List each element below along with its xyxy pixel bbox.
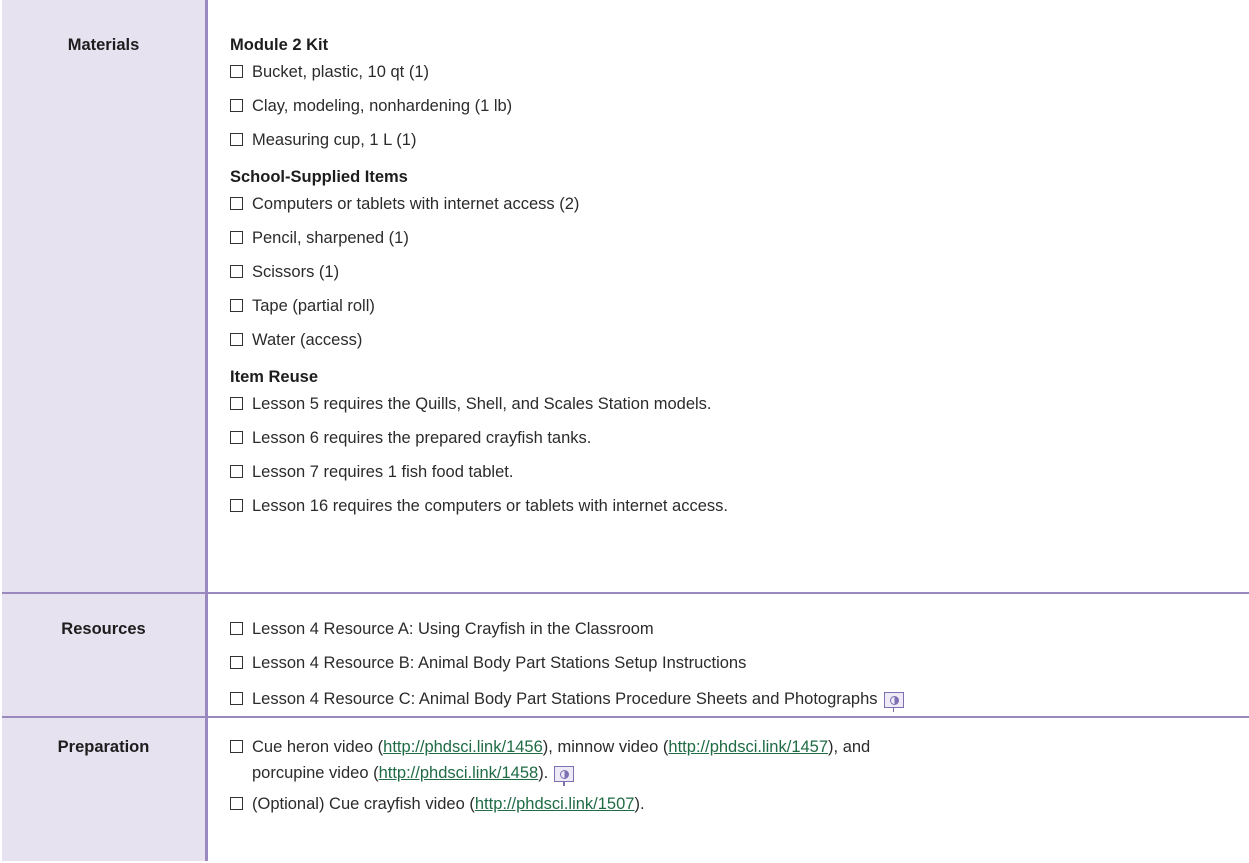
checkbox-icon [230,622,243,635]
group-heading: School-Supplied Items [230,168,408,186]
checkbox-icon [230,133,243,146]
minnow-video-link[interactable]: http://phdsci.link/1457 [668,738,828,756]
checklist-item: Scissors (1) [230,263,339,282]
checklist-item: (Optional) Cue crayfish video (http://ph… [230,795,645,814]
checkbox-icon [230,231,243,244]
checklist-item: Pencil, sharpened (1) [230,229,409,248]
checklist-item: Bucket, plastic, 10 qt (1) [230,63,429,82]
preparation-label-cell: Preparation [2,718,208,861]
checklist-item: Water (access) [230,331,362,350]
preparation-row: Preparation Cue heron video (http://phds… [2,718,1249,861]
checkbox-icon [230,656,243,669]
group-heading: Item Reuse [230,368,319,386]
checkbox-icon [230,65,243,78]
checkbox-icon [230,99,243,112]
presentation-slide-icon[interactable] [554,766,575,786]
resources-label: Resources [61,620,146,638]
materials-row: Materials Module 2 Kit Bucket, plastic, … [2,0,1249,594]
checklist-item: Measuring cup, 1 L (1) [230,131,416,150]
checklist-item: Lesson 5 requires the Quills, Shell, and… [230,395,712,414]
checklist-item-continuation: porcupine video (http://phdsci.link/1458… [252,762,575,786]
checkbox-icon [230,397,243,410]
checkbox-icon [230,333,243,346]
checklist-item: Lesson 4 Resource B: Animal Body Part St… [230,654,746,673]
materials-label-cell: Materials [2,0,208,592]
checklist-item: Computers or tablets with internet acces… [230,195,579,214]
presentation-slide-icon[interactable] [883,692,904,712]
checkbox-icon [230,797,243,810]
crayfish-video-link[interactable]: http://phdsci.link/1507 [475,795,635,813]
checklist-item: Lesson 6 requires the prepared crayfish … [230,429,591,448]
checkbox-icon [230,740,243,753]
checkbox-icon [230,197,243,210]
checkbox-icon [230,465,243,478]
resources-row: Resources Lesson 4 Resource A: Using Cra… [2,594,1249,718]
materials-label: Materials [67,36,140,54]
checklist-item: Lesson 4 Resource C: Animal Body Part St… [230,688,904,712]
group-heading: Module 2 Kit [230,36,329,54]
checklist-item: Lesson 16 requires the computers or tabl… [230,497,728,516]
checkbox-icon [230,692,243,705]
checkbox-icon [230,431,243,444]
materials-table: Materials Module 2 Kit Bucket, plastic, … [2,0,1249,861]
preparation-label: Preparation [57,738,150,756]
checklist-item: Lesson 7 requires 1 fish food tablet. [230,463,513,482]
resources-label-cell: Resources [2,594,208,716]
heron-video-link[interactable]: http://phdsci.link/1456 [383,738,543,756]
checkbox-icon [230,299,243,312]
checklist-item: Cue heron video (http://phdsci.link/1456… [230,738,870,757]
checklist-item: Lesson 4 Resource A: Using Crayfish in t… [230,620,654,639]
checkbox-icon [230,499,243,512]
checklist-item: Tape (partial roll) [230,297,375,316]
porcupine-video-link[interactable]: http://phdsci.link/1458 [379,764,539,782]
checkbox-icon [230,265,243,278]
checklist-item: Clay, modeling, nonhardening (1 lb) [230,97,512,116]
